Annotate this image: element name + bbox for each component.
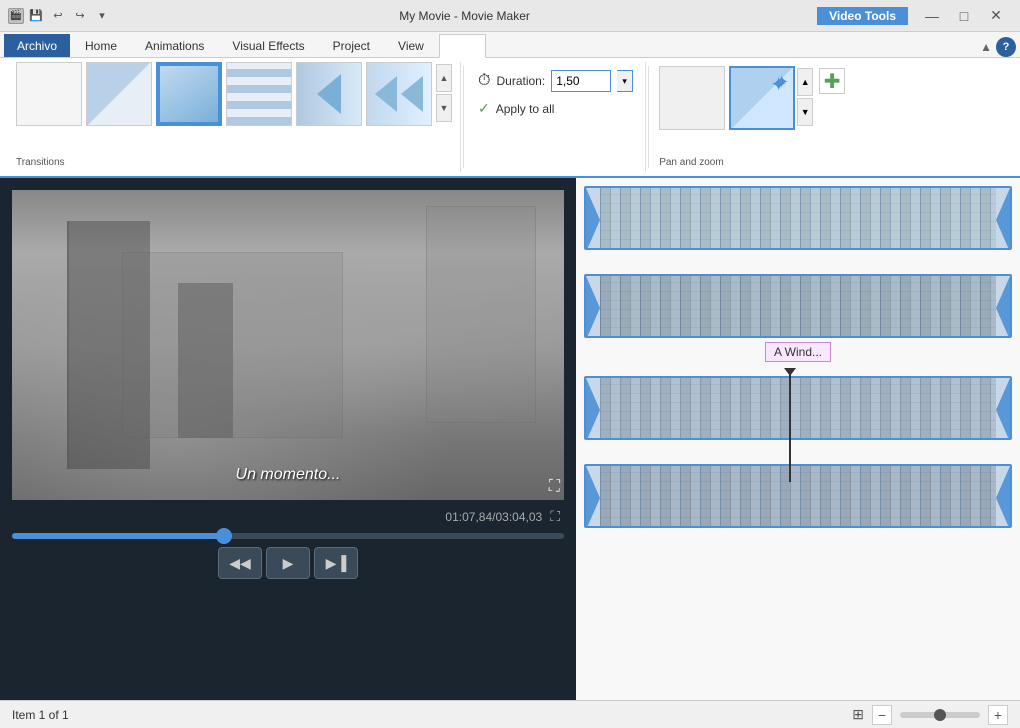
transition-scroll: ▲ ▼ xyxy=(436,64,452,122)
clip-text-label[interactable]: A Wind... xyxy=(765,342,831,362)
apply-label: Apply to all xyxy=(496,102,555,116)
tab-edit[interactable]: Edit xyxy=(439,34,486,58)
ribbon: ▲ ▼ Transitions ⏱ Duration: ▾ ✓ Apply to… xyxy=(0,58,1020,178)
ribbon-tab-bar: Archivo Home Animations Visual Effects P… xyxy=(0,32,1020,58)
transition-blank[interactable] xyxy=(16,62,82,126)
timeline-gap-2 xyxy=(584,448,1012,456)
timeline-icon[interactable]: ⊞ xyxy=(852,706,864,723)
status-right: ⊞ − + xyxy=(852,705,1008,725)
transition-diagonal[interactable] xyxy=(86,62,152,126)
zoom-in-button[interactable]: + xyxy=(988,705,1008,725)
progress-fill xyxy=(12,533,222,539)
playhead xyxy=(789,368,791,482)
apply-to-all-button[interactable]: ✓ Apply to all xyxy=(478,100,554,117)
ribbon-divider-1 xyxy=(463,66,464,168)
rewind-button[interactable]: ◀◀ xyxy=(218,547,262,579)
apply-icon: ✓ xyxy=(478,100,490,117)
transition-items xyxy=(16,62,432,144)
playback-controls: ◀◀ ▶ ▶▐ xyxy=(12,547,564,579)
transition-tiles[interactable] xyxy=(226,62,292,126)
quick-access-toolbar: 🎬 💾 ↩ ↪ ▾ xyxy=(8,6,112,26)
tab-view[interactable]: View xyxy=(385,34,437,57)
time-expand-button[interactable]: ⛶ xyxy=(550,508,560,525)
window-controls: — □ ✕ xyxy=(916,6,1012,26)
zoom-out-button[interactable]: − xyxy=(872,705,892,725)
transition-scroll-up[interactable]: ▲ xyxy=(436,64,452,92)
transitions-label: Transitions xyxy=(16,157,65,168)
duration-row: ⏱ Duration: ▾ xyxy=(478,70,633,92)
duration-icon: ⏱ xyxy=(478,72,490,90)
timeline-scroll-area[interactable]: A Wind... xyxy=(576,178,1020,700)
clip-container-3 xyxy=(584,376,1012,440)
clip-container-2: A Wind... xyxy=(584,274,1012,338)
undo-button[interactable]: ↩ xyxy=(48,6,68,26)
tab-visual-effects[interactable]: Visual Effects xyxy=(219,34,317,57)
duration-dropdown[interactable]: ▾ xyxy=(617,70,633,92)
timeline-clip-3[interactable] xyxy=(584,376,1012,440)
tab-archivo[interactable]: Archivo xyxy=(4,34,70,57)
transition-arrow1[interactable] xyxy=(296,62,362,126)
video-time: 01:07,84/03:04,03 ⛶ xyxy=(12,508,564,525)
duration-section: ⏱ Duration: ▾ ✓ Apply to all xyxy=(466,62,646,172)
close-button[interactable]: ✕ xyxy=(980,6,1012,26)
fullscreen-button[interactable]: ⛶ xyxy=(549,478,560,496)
zoom-slider[interactable] xyxy=(900,712,980,718)
transition-selected[interactable] xyxy=(156,62,222,126)
transitions-section: ▲ ▼ Transitions xyxy=(8,62,461,172)
pan-zoom-scroll-up[interactable]: ▲ xyxy=(797,68,813,96)
duration-input[interactable] xyxy=(551,70,611,92)
tab-project[interactable]: Project xyxy=(320,34,383,57)
time-display: 01:07,84/03:04,03 xyxy=(445,510,542,524)
duration-label: Duration: xyxy=(496,74,545,88)
zoom-handle[interactable] xyxy=(934,709,946,721)
window-title: My Movie - Movie Maker xyxy=(112,9,817,23)
progress-bar[interactable] xyxy=(12,533,564,539)
redo-button[interactable]: ↪ xyxy=(70,6,90,26)
clip-container-1 xyxy=(584,186,1012,250)
pan-zoom-add-button[interactable]: ✚ xyxy=(819,68,845,94)
pan-zoom-scroll-down[interactable]: ▼ xyxy=(797,98,813,126)
video-tools-tab[interactable]: Video Tools xyxy=(817,7,908,25)
timeline-clip-4[interactable] xyxy=(584,464,1012,528)
app-icon: 🎬 xyxy=(8,8,24,24)
video-background xyxy=(12,190,564,500)
timeline-clip-1[interactable] xyxy=(584,186,1012,250)
pan-zoom-blank[interactable] xyxy=(659,66,725,130)
pan-zoom-selected[interactable]: ✦ xyxy=(729,66,795,130)
progress-handle[interactable] xyxy=(216,528,232,544)
help-button[interactable]: ? xyxy=(996,37,1016,57)
main-content: Un momento... ⛶ 01:07,84/03:04,03 ⛶ ◀◀ ▶… xyxy=(0,178,1020,700)
tab-animations[interactable]: Animations xyxy=(132,34,217,57)
timeline-clip-2[interactable] xyxy=(584,274,1012,338)
clip-container-4 xyxy=(584,464,1012,528)
nav-up-arrow[interactable]: ▲ xyxy=(980,40,992,54)
nav-arrows: ▲ ? xyxy=(980,37,1016,57)
video-subtitle: Un momento... xyxy=(236,466,341,484)
item-count: Item 1 of 1 xyxy=(12,708,69,722)
timeline: A Wind... xyxy=(576,178,1020,700)
video-scene xyxy=(12,190,564,500)
save-button[interactable]: 💾 xyxy=(26,6,46,26)
tab-home[interactable]: Home xyxy=(72,34,130,57)
pan-zoom-label: Pan and zoom xyxy=(659,157,724,168)
pan-zoom-items: ✦ xyxy=(659,66,795,148)
pan-zoom-section: ✦ ▲ ▼ ✚ Pan and zoom xyxy=(651,62,853,172)
timeline-gap-1 xyxy=(584,258,1012,266)
transition-arrow2[interactable] xyxy=(366,62,432,126)
status-bar: Item 1 of 1 ⊞ − + xyxy=(0,700,1020,728)
minimize-button[interactable]: — xyxy=(916,6,948,26)
dropdown-button[interactable]: ▾ xyxy=(92,6,112,26)
forward-button[interactable]: ▶▐ xyxy=(314,547,358,579)
video-screen: Un momento... ⛶ xyxy=(12,190,564,500)
title-bar: 🎬 💾 ↩ ↪ ▾ My Movie - Movie Maker Video T… xyxy=(0,0,1020,32)
transition-scroll-down[interactable]: ▼ xyxy=(436,94,452,122)
video-preview: Un momento... ⛶ 01:07,84/03:04,03 ⛶ ◀◀ ▶… xyxy=(0,178,576,700)
play-button[interactable]: ▶ xyxy=(266,547,310,579)
maximize-button[interactable]: □ xyxy=(948,6,980,26)
ribbon-divider-2 xyxy=(648,66,649,168)
